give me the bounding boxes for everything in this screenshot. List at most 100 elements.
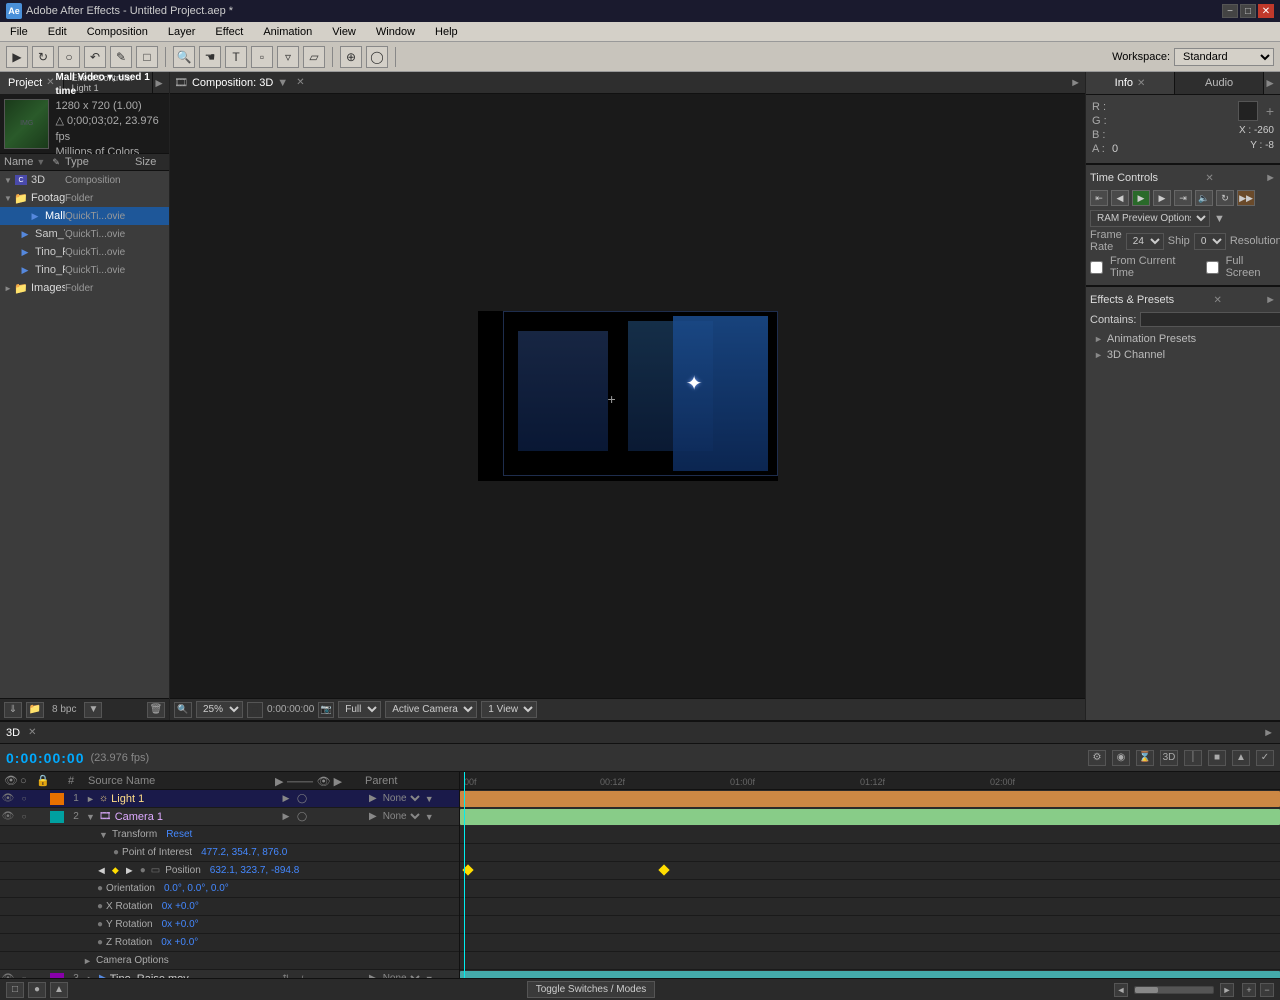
timeline-playhead[interactable] [464, 772, 465, 978]
tl-row-tino-raise[interactable]: 👁 ○ 3 ► ▶ Tino_Raise.mov ⇅ / ▶ None [0, 970, 459, 978]
effects-item-3d-channel[interactable]: ► 3D Channel [1090, 347, 1276, 363]
comp-zoom-out[interactable]: 🔍 [174, 702, 192, 718]
tl-solo-cam1[interactable]: ○ [16, 812, 32, 821]
loop-button[interactable]: ↻ [1216, 190, 1234, 206]
tl-eye-cam1[interactable]: 👁 [0, 811, 16, 822]
time-controls-close[interactable]: ✕ [1205, 173, 1213, 184]
tl-expand-cam-options[interactable]: ► [83, 956, 93, 966]
tl-scroll-right[interactable]: ► [1220, 983, 1234, 997]
comp-zoom-select[interactable]: 25% [196, 701, 243, 718]
tl-row-cam1[interactable]: 👁 ○ 2 ▼ 🎞 Camera 1 ▶ ◯ ▶ None [0, 808, 459, 826]
delete-button[interactable]: 🗑 [147, 702, 165, 718]
window-controls[interactable]: − □ ✕ [1222, 4, 1274, 18]
col-header-type[interactable]: Type [65, 156, 135, 168]
tl-markers-btn[interactable]: ◉ [1112, 750, 1130, 766]
tl-3d-btn[interactable]: 3D [1160, 750, 1178, 766]
from-current-checkbox[interactable] [1090, 261, 1103, 274]
tl-parent-dd-cam1[interactable]: ▼ [425, 812, 434, 822]
time-controls-menu[interactable]: ► [1265, 172, 1276, 184]
ram-preview-button[interactable]: ▶▶ [1237, 190, 1255, 206]
info-tab[interactable]: Info ✕ [1086, 72, 1175, 94]
tl-fast-btn[interactable]: ✓ [1256, 750, 1274, 766]
project-tab[interactable]: Project ✕ [0, 72, 64, 94]
tl-row-poi[interactable]: ● Point of Interest 477.2, 354.7, 876.0 [0, 844, 459, 862]
tl-motion-btn[interactable]: ▲ [50, 982, 68, 998]
tl-value-xrot[interactable]: 0x +0.0° [162, 901, 199, 912]
tl-eye-light1[interactable]: 👁 [0, 793, 16, 804]
timeline-timecode[interactable]: 0:00:00:00 [6, 750, 85, 766]
select-tool[interactable]: ▶ [6, 46, 28, 68]
tl-row-orientation[interactable]: ● Orientation 0.0°, 0.0°, 0.0° [0, 880, 459, 898]
comp-resolution-select[interactable]: Full [338, 701, 381, 718]
tl-switch-1-light1[interactable]: ▶ [279, 793, 293, 805]
tl-solo-light1[interactable]: ○ [16, 794, 32, 803]
tl-stopwatch-pos[interactable]: ● [140, 865, 146, 876]
tl-value-position[interactable]: 632.1, 323.7, -894.8 [210, 865, 300, 876]
tl-settings-btn[interactable]: ⚙ [1088, 750, 1106, 766]
tl-row-position[interactable]: ◄ ◆ ► ● ▭ Position 632.1, 323.7, -894.8 [0, 862, 459, 880]
frame-rate-select[interactable]: 24 [1126, 233, 1164, 250]
import-button[interactable]: ⇓ [4, 702, 22, 718]
full-screen-checkbox[interactable] [1206, 261, 1219, 274]
timeline-tab-3d[interactable]: 3D [6, 727, 20, 739]
maximize-button[interactable]: □ [1240, 4, 1256, 18]
menu-file[interactable]: File [4, 22, 34, 42]
comp-tab-close[interactable]: ✕ [296, 77, 304, 88]
tl-parent-select-light1[interactable]: None [379, 792, 423, 805]
text-tool[interactable]: T [225, 46, 247, 68]
tree-item-3d[interactable]: ▼ C 3D Composition [0, 171, 169, 189]
tl-switch-2-cam1[interactable]: ◯ [295, 811, 309, 823]
play-button[interactable]: ▶ [1132, 190, 1150, 206]
comp-snapshot[interactable]: 📷 [318, 702, 334, 718]
rotation-tool[interactable]: ↻ [32, 46, 54, 68]
tl-comp-btn[interactable]: ■ [1208, 750, 1226, 766]
go-to-start-button[interactable]: ⇤ [1090, 190, 1108, 206]
timeline-scrollbar[interactable] [1134, 986, 1214, 994]
comp-dropdown-icon[interactable]: ▼ [277, 77, 288, 89]
go-to-end-button[interactable]: ⇥ [1174, 190, 1192, 206]
tree-item-tino-raise[interactable]: ▶ Tino_Raise.mov QuickTi...ovie [0, 261, 169, 279]
effects-close[interactable]: ✕ [1213, 295, 1221, 306]
info-tab-close[interactable]: ✕ [1137, 78, 1145, 89]
workspace-select[interactable]: Standard [1174, 48, 1274, 66]
tl-expand-light1[interactable]: ► [86, 794, 96, 804]
comp-view-count-select[interactable]: 1 View [481, 701, 537, 718]
col-header-name[interactable]: Name ▼ ✎ [4, 156, 65, 168]
new-folder-button[interactable]: 📁 [26, 702, 44, 718]
3d-axis-tool[interactable]: ⊕ [340, 46, 362, 68]
right-panel-menu[interactable]: ► [1264, 76, 1276, 90]
tl-switch-1-cam1[interactable]: ▶ [279, 811, 293, 823]
ram-preview-select[interactable]: RAM Preview Options [1090, 210, 1210, 227]
timeline-tab-close[interactable]: ✕ [28, 727, 36, 738]
tl-stopwatch-yrot[interactable]: ● [97, 919, 103, 930]
tl-motion-blur-btn[interactable]: ⌛ [1136, 750, 1154, 766]
tl-value-zrot[interactable]: 0x +0.0° [161, 937, 198, 948]
audio-button[interactable]: 🔈 [1195, 190, 1213, 206]
tl-zoom-out-tl[interactable]: − [1260, 983, 1274, 997]
tree-item-footage[interactable]: ▼ 📁 Footage Folder [0, 189, 169, 207]
effects-search-input[interactable] [1140, 312, 1280, 327]
light-tool[interactable]: ◯ [366, 46, 388, 68]
tree-item-tino-fall[interactable]: ▶ Tino_Fall.mov QuickTi...ovie [0, 243, 169, 261]
tl-new-comp-btn[interactable]: □ [6, 982, 24, 998]
comp-resolution-icon[interactable]: □ [247, 702, 263, 718]
tl-comp-flow-btn[interactable]: ● [28, 982, 46, 998]
menu-edit[interactable]: Edit [42, 22, 73, 42]
shape-tool[interactable]: □ [136, 46, 158, 68]
tl-graph-btn[interactable]: ⏐ [1184, 750, 1202, 766]
eraser-tool[interactable]: ▱ [303, 46, 325, 68]
menu-layer[interactable]: Layer [162, 22, 202, 42]
tree-item-sam-tino[interactable]: ▶ Sam_Tino_Hill.mov QuickTi...ovie [0, 225, 169, 243]
tl-expand-cam1[interactable]: ▼ [86, 812, 96, 822]
menu-help[interactable]: Help [429, 22, 464, 42]
undo-tool[interactable]: ↶ [84, 46, 106, 68]
effects-item-animation-presets[interactable]: ► Animation Presets [1090, 331, 1276, 347]
toggle-switches-button[interactable]: Toggle Switches / Modes [527, 981, 656, 998]
minimize-button[interactable]: − [1222, 4, 1238, 18]
audio-tab[interactable]: Audio [1175, 72, 1264, 94]
ram-dropdown-icon[interactable]: ▼ [1214, 213, 1225, 225]
project-tab-close[interactable]: ✕ [46, 77, 54, 88]
menu-composition[interactable]: Composition [81, 22, 154, 42]
clone-tool[interactable]: ▿ [277, 46, 299, 68]
tl-row-xrot[interactable]: ● X Rotation 0x +0.0° [0, 898, 459, 916]
